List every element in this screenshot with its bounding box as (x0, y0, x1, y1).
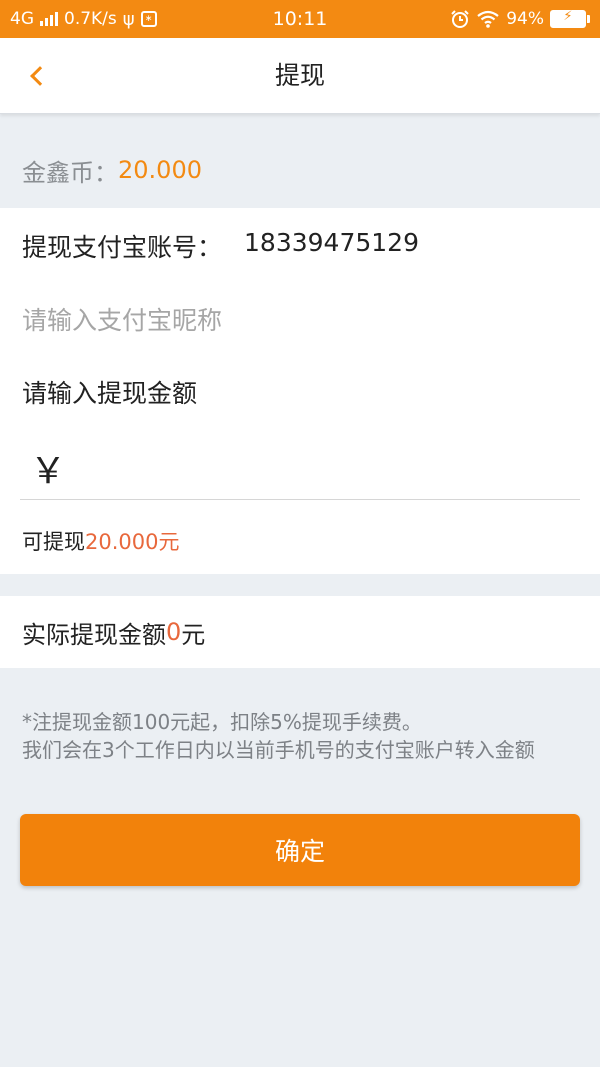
signal-icon (40, 12, 58, 26)
actual-amount: 0 (166, 618, 182, 646)
status-right: 94% (450, 9, 590, 29)
nickname-input[interactable] (22, 300, 578, 340)
actual-unit: 元 (181, 620, 206, 649)
currency-symbol: ￥ (30, 450, 67, 492)
account-label: 提现支付宝账号： (22, 233, 223, 262)
balance-label: 金鑫币： (22, 158, 118, 187)
usb-debug-icon: ∗ (140, 11, 157, 27)
withdraw-form: 提现支付宝账号： 18339475129 请输入提现金额 ￥ 可提现20.000… (0, 208, 600, 574)
balance-value: 20.000 (118, 156, 202, 184)
notice-line-1: *注提现金额100元起，扣除5%提现手续费。 (22, 710, 422, 734)
chevron-left-icon (30, 66, 50, 86)
amount-field: ￥ (20, 436, 580, 500)
notice-line-2: 我们会在3个工作日内以当前手机号的支付宝账户转入金额 (22, 738, 535, 762)
battery-percent: 94% (506, 9, 544, 29)
battery-icon (550, 9, 590, 28)
actual-label: 实际提现金额 (22, 620, 166, 649)
account-row: 提现支付宝账号： 18339475129 (22, 228, 419, 264)
wifi-icon (477, 10, 499, 28)
page-title: 提现 (274, 61, 325, 90)
available-amount: 20.000元 (85, 530, 180, 554)
network-type: 4G (10, 9, 34, 29)
amount-label: 请输入提现金额 (22, 379, 198, 408)
alarm-icon (451, 10, 469, 28)
nav-bar: 提现 (0, 38, 600, 114)
available-row: 可提现20.000元 (22, 526, 179, 556)
status-bar: 4G 0.7K/s ψ ∗ 10:11 94% (0, 0, 600, 38)
balance-row: 金鑫币： 20.000 (0, 134, 600, 206)
back-button[interactable] (18, 56, 58, 96)
usb-icon: ψ (122, 8, 135, 30)
status-left: 4G 0.7K/s ψ ∗ (10, 9, 157, 30)
confirm-button[interactable]: 确定 (20, 814, 580, 886)
amount-input[interactable] (80, 442, 580, 493)
notice-text: *注提现金额100元起，扣除5%提现手续费。 我们会在3个工作日内以当前手机号的… (22, 708, 582, 764)
network-speed: 0.7K/s (64, 9, 117, 29)
account-value: 18339475129 (244, 228, 419, 257)
actual-amount-row: 实际提现金额 0 元 (0, 596, 600, 668)
available-prefix: 可提现 (22, 530, 85, 554)
